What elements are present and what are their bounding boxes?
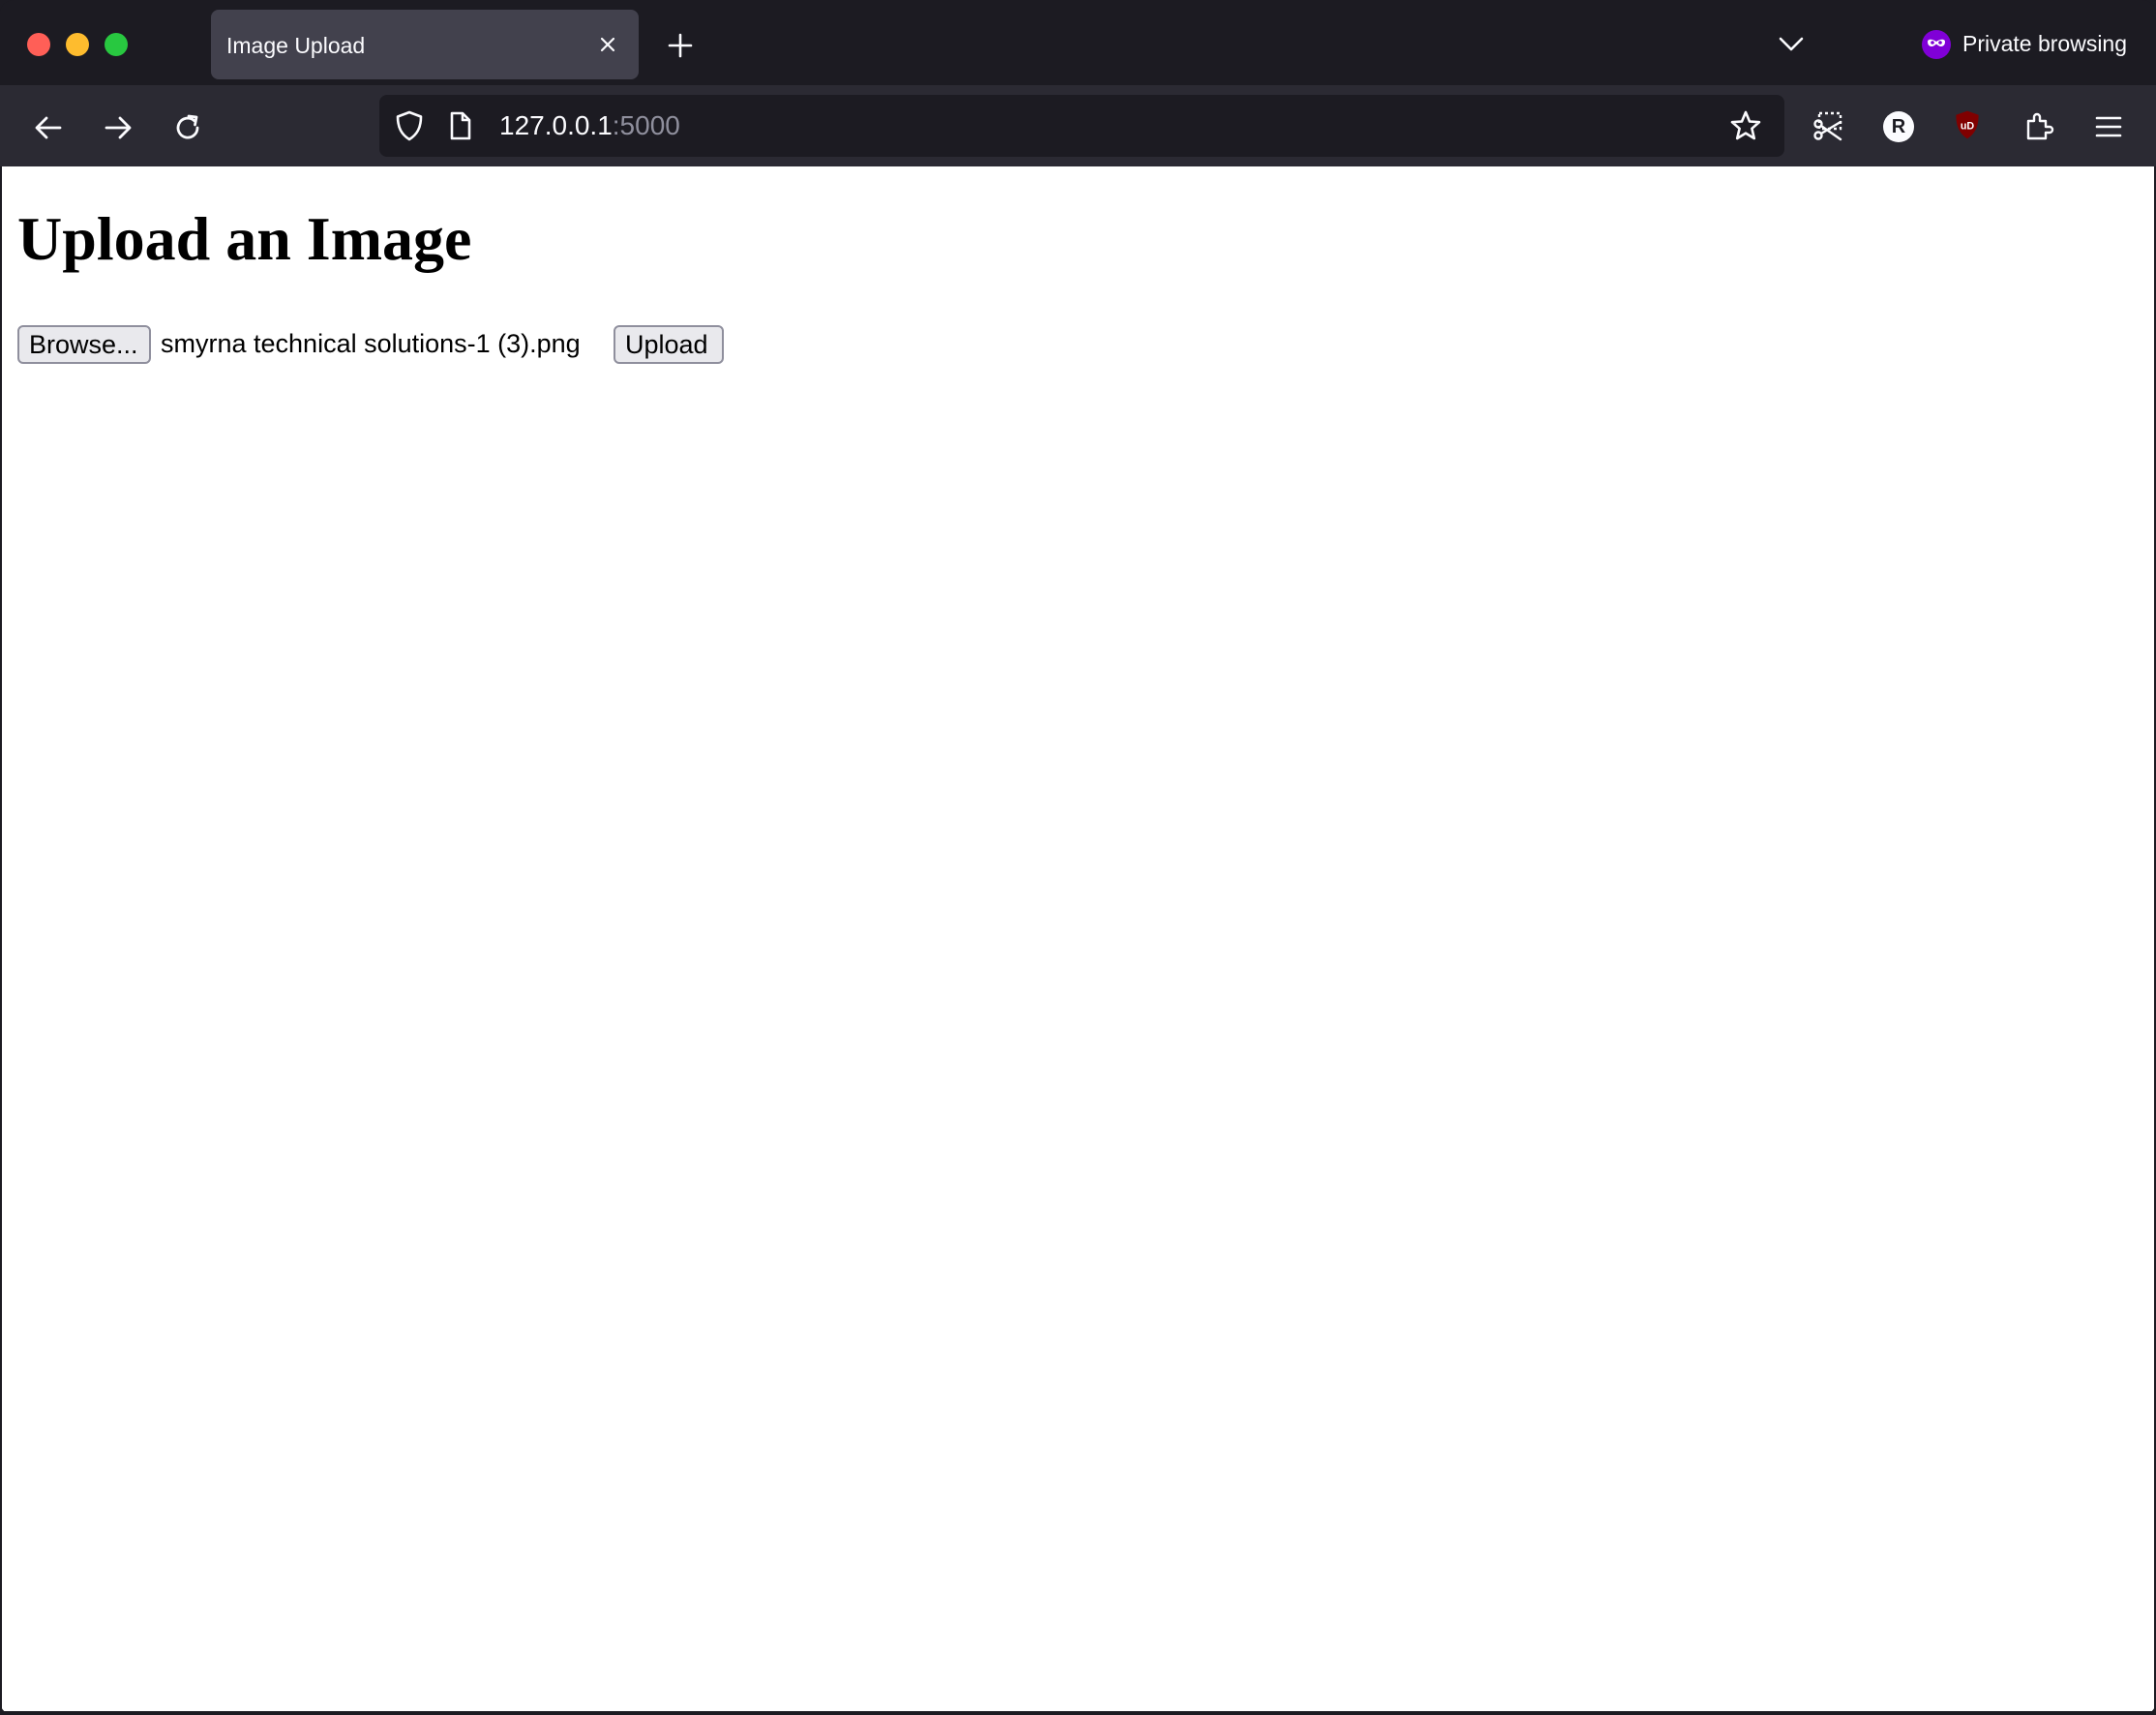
tab-title: Image Upload (226, 33, 366, 58)
page-content: Upload an Image Browse... smyrna technic… (2, 166, 2154, 1711)
reload-icon[interactable] (170, 110, 205, 145)
page-icon[interactable] (447, 110, 474, 141)
page-title: Upload an Image (17, 204, 472, 273)
back-arrow-icon[interactable] (31, 110, 66, 145)
ublock-icon[interactable]: uD (1951, 108, 1984, 141)
menu-icon[interactable] (2092, 110, 2125, 143)
window-minimize-button[interactable] (66, 33, 89, 56)
close-icon[interactable] (594, 31, 621, 58)
private-mask-icon (1922, 30, 1951, 59)
extensions-icon[interactable] (2022, 109, 2055, 142)
browser-window: Image Upload Private browsing 127.0.0.1:… (0, 0, 2156, 1715)
selected-file-name: smyrna technical solutions-1 (3).png (161, 329, 581, 358)
bookmark-star-icon[interactable] (1728, 108, 1763, 143)
address-bar[interactable]: 127.0.0.1:5000 (379, 95, 1784, 157)
ublock-badge-text: uD (1961, 120, 1975, 132)
tab-strip: Image Upload Private browsing (0, 0, 2156, 85)
screenshot-icon[interactable] (1812, 110, 1844, 143)
chevron-down-icon[interactable] (1777, 31, 1806, 56)
upload-button[interactable]: Upload (614, 325, 724, 364)
plus-icon[interactable] (666, 31, 695, 60)
profile-icon[interactable]: R (1883, 111, 1914, 142)
tab-image-upload[interactable]: Image Upload (211, 10, 639, 79)
url-text: 127.0.0.1:5000 (499, 110, 680, 141)
window-close-button[interactable] (27, 33, 50, 56)
private-browsing-label: Private browsing (1962, 31, 2128, 56)
forward-arrow-icon[interactable] (101, 110, 135, 145)
shield-icon[interactable] (393, 108, 426, 143)
browse-button[interactable]: Browse... (17, 325, 151, 364)
window-maximize-button[interactable] (105, 33, 128, 56)
url-host: 127.0.0.1 (499, 110, 613, 140)
url-port: :5000 (612, 110, 680, 140)
